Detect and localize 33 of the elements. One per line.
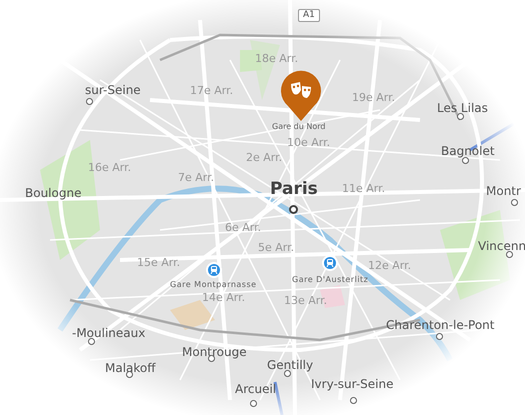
place-label: Boulogne — [25, 187, 82, 199]
place-label: Montr — [486, 185, 521, 197]
district-label: 10e Arr. — [287, 137, 330, 148]
place-label: sur-Seine — [85, 84, 141, 96]
place-label: -Moulineaux — [72, 327, 146, 339]
theater-pin-icon[interactable] — [279, 70, 323, 122]
district-label: 15e Arr. — [137, 257, 180, 268]
place-label: Arcueil — [235, 383, 276, 395]
place-label: Malakoff — [105, 362, 156, 374]
district-label: 12e Arr. — [368, 260, 412, 271]
district-label: 14e Arr. — [202, 292, 246, 303]
station-label: Gare D'Austerlitz — [292, 276, 368, 284]
district-label: 11e Arr. — [342, 183, 386, 194]
place-label: Gare du Nord — [272, 123, 326, 131]
district-label: 5e Arr. — [258, 242, 294, 253]
district-label: 16e Arr. — [88, 162, 132, 173]
place-label: Gentilly — [267, 359, 314, 371]
place-label: Montrouge — [182, 346, 247, 358]
district-label: 17e Arr. — [190, 85, 234, 96]
station-label: Gare Montparnasse — [170, 281, 257, 289]
district-label: 6e Arr. — [225, 222, 262, 233]
district-label: 18e Arr. — [255, 53, 298, 64]
place-label: Les Lilas — [437, 102, 488, 114]
district-label: 2e Arr. — [246, 152, 282, 163]
district-label: 13e Arr. — [284, 295, 328, 306]
district-label: 7e Arr. — [178, 172, 214, 183]
place-label: Ivry-sur-Seine — [311, 378, 394, 390]
place-label: Paris — [270, 181, 318, 198]
place-label: Vincenn — [478, 240, 525, 252]
place-label: Bagnolet — [441, 145, 495, 157]
district-label: 19e Arr. — [352, 92, 396, 103]
place-label: Charenton-le-Pont — [386, 319, 494, 331]
road-number: A1 — [298, 9, 320, 22]
